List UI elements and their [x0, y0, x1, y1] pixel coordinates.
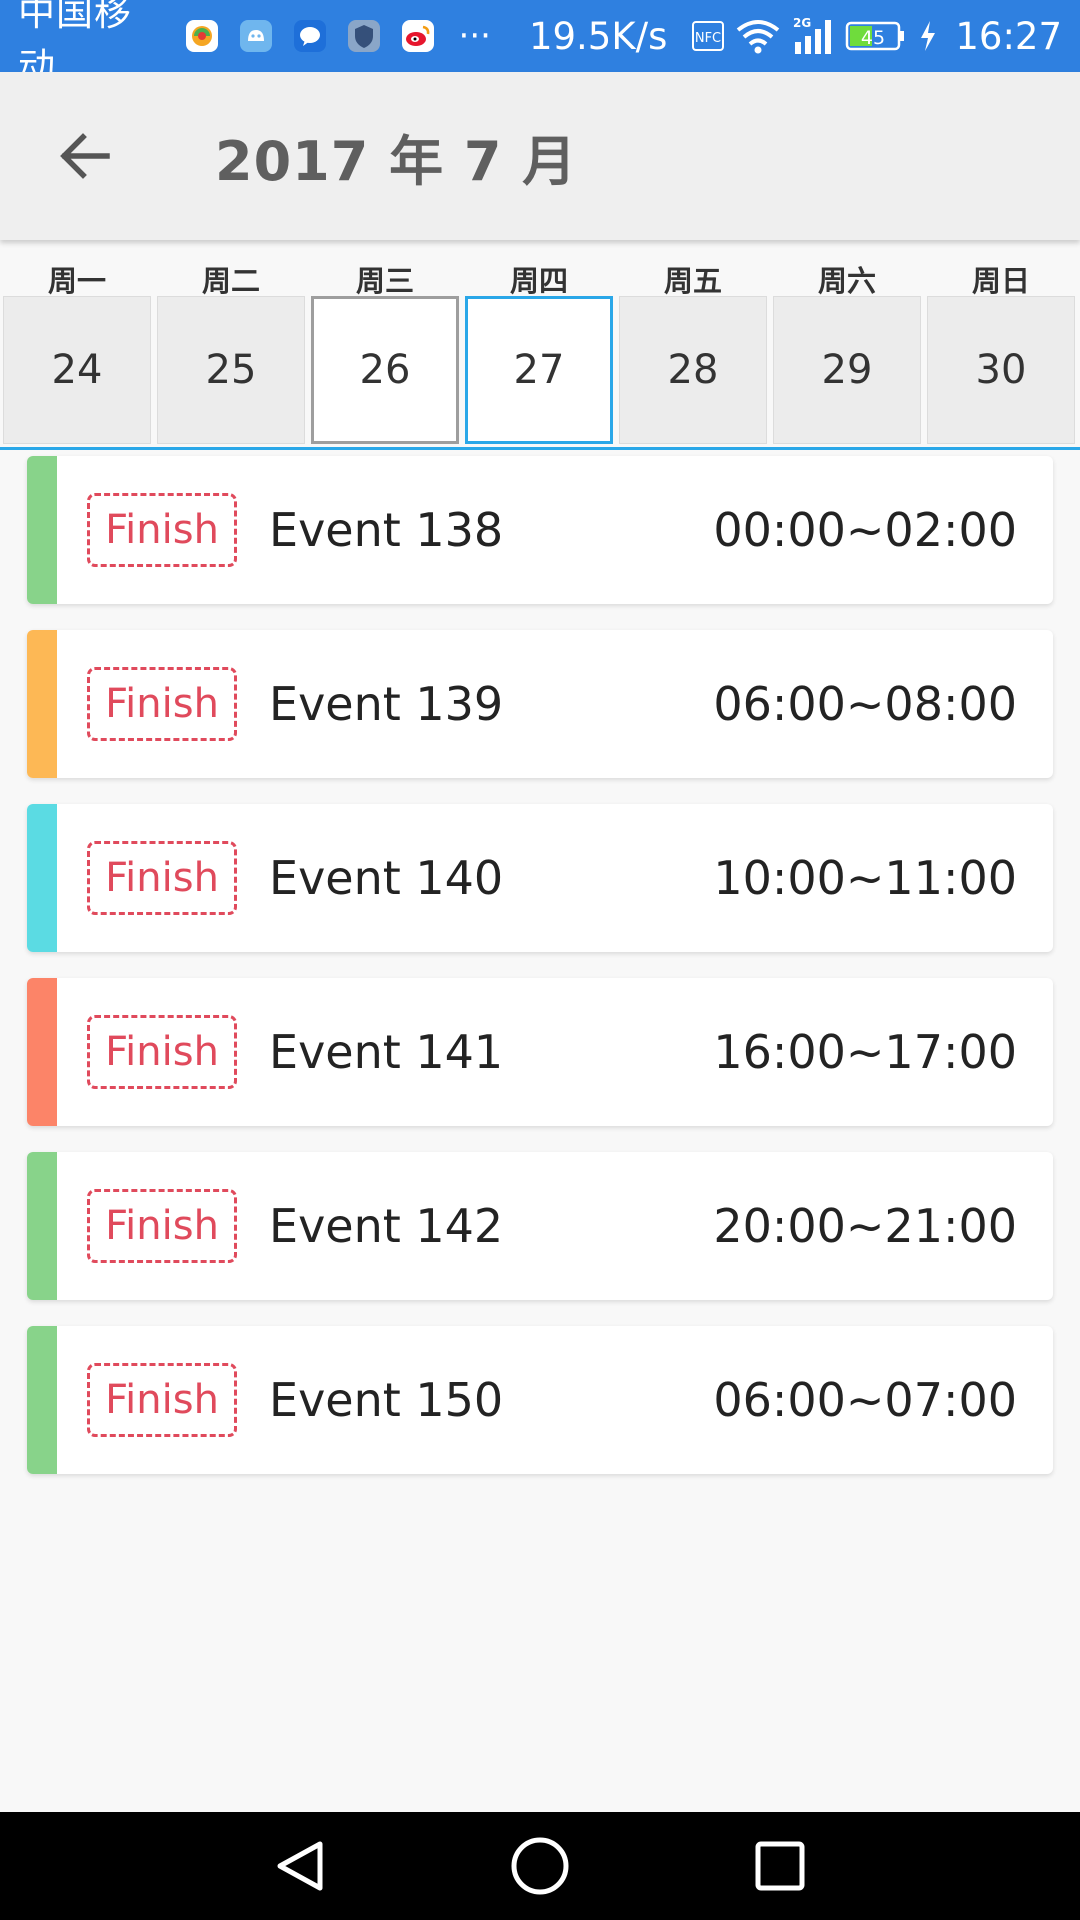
status-badge: Finish	[87, 841, 237, 915]
weekday-label: 周日	[971, 264, 1030, 298]
event-card[interactable]: Finish Event 140 10:00~11:00	[27, 804, 1053, 952]
nav-home-button[interactable]	[490, 1816, 590, 1916]
day-cell[interactable]: 28	[619, 296, 767, 444]
charging-bolt-icon	[919, 19, 937, 53]
browser-app-icon	[185, 19, 219, 53]
event-card[interactable]: Finish Event 139 06:00~08:00	[27, 630, 1053, 778]
event-name: Event 141	[269, 1025, 504, 1079]
event-color-stripe	[27, 804, 57, 952]
weekday-label: 周二	[201, 264, 260, 298]
event-time: 16:00~17:00	[713, 1025, 1017, 1079]
recents-square-icon	[755, 1841, 805, 1891]
status-bar: 中国移动 ··· 19.5K/s NFC 2G 45 16:27	[0, 0, 1080, 88]
day-cell[interactable]: 24	[3, 296, 151, 444]
weekday-labels: 周一 周二 周三 周四 周五 周六 周日	[0, 258, 1080, 298]
event-card[interactable]: Finish Event 141 16:00~17:00	[27, 978, 1053, 1126]
wifi-icon	[735, 18, 781, 54]
weekday-label: 周六	[817, 264, 876, 298]
arrow-left-icon	[60, 133, 110, 179]
svg-text:45: 45	[861, 27, 885, 49]
network-speed: 19.5K/s	[528, 14, 668, 58]
nav-recents-button[interactable]	[730, 1816, 830, 1916]
event-color-stripe	[27, 978, 57, 1126]
home-circle-icon	[511, 1837, 569, 1895]
event-time: 10:00~11:00	[713, 851, 1017, 905]
status-badge: Finish	[87, 493, 237, 567]
status-badge: Finish	[87, 667, 237, 741]
status-badge: Finish	[87, 1015, 237, 1089]
shield-app-icon	[347, 19, 381, 53]
nfc-icon: NFC	[691, 19, 725, 53]
svg-text:2G: 2G	[793, 16, 811, 30]
event-color-stripe	[27, 456, 57, 604]
event-color-stripe	[27, 1152, 57, 1300]
weibo-app-icon	[401, 19, 435, 53]
event-time: 20:00~21:00	[713, 1199, 1017, 1253]
event-color-stripe	[27, 630, 57, 778]
status-badge: Finish	[87, 1189, 237, 1263]
event-card[interactable]: Finish Event 142 20:00~21:00	[27, 1152, 1053, 1300]
day-cell-today[interactable]: 26	[311, 296, 459, 444]
weekday-label: 周三	[355, 264, 414, 298]
event-card[interactable]: Finish Event 138 00:00~02:00	[27, 456, 1053, 604]
nav-back-button[interactable]	[250, 1816, 350, 1916]
weekday-label: 周一	[47, 264, 106, 298]
event-time: 06:00~07:00	[713, 1373, 1017, 1427]
signal-icon: 2G	[791, 16, 835, 56]
day-cell[interactable]: 30	[927, 296, 1075, 444]
day-cell[interactable]: 29	[773, 296, 921, 444]
event-name: Event 140	[269, 851, 504, 905]
chat-app-icon	[293, 19, 327, 53]
status-badge: Finish	[87, 1363, 237, 1437]
back-button[interactable]	[45, 116, 125, 196]
day-cell-selected[interactable]: 27	[465, 296, 613, 444]
weekday-label: 周五	[663, 264, 722, 298]
week-strip: 周一 周二 周三 周四 周五 周六 周日 24 25 26 27 28 29 3…	[0, 240, 1080, 450]
event-name: Event 139	[269, 677, 504, 731]
battery-icon: 45	[845, 19, 909, 53]
day-cells: 24 25 26 27 28 29 30	[3, 296, 1075, 444]
day-cell[interactable]: 25	[157, 296, 305, 444]
page-title: 2017 年 7 月	[215, 129, 578, 193]
event-time: 00:00~02:00	[713, 503, 1017, 557]
android-app-icon	[239, 19, 273, 53]
event-card[interactable]: Finish Event 150 06:00~07:00	[27, 1326, 1053, 1474]
app-bar: 2017 年 7 月	[0, 72, 1080, 240]
back-triangle-icon	[277, 1841, 323, 1891]
event-list: Finish Event 138 00:00~02:00 Finish Even…	[27, 456, 1053, 1500]
event-color-stripe	[27, 1326, 57, 1474]
event-name: Event 142	[269, 1199, 504, 1253]
event-time: 06:00~08:00	[713, 677, 1017, 731]
clock: 16:27	[955, 14, 1062, 58]
event-name: Event 138	[269, 503, 504, 557]
svg-text:NFC: NFC	[695, 31, 721, 46]
system-nav-bar	[0, 1812, 1080, 1920]
event-name: Event 150	[269, 1373, 504, 1427]
weekday-label: 周四	[509, 264, 568, 298]
more-notifications: ···	[458, 16, 491, 56]
